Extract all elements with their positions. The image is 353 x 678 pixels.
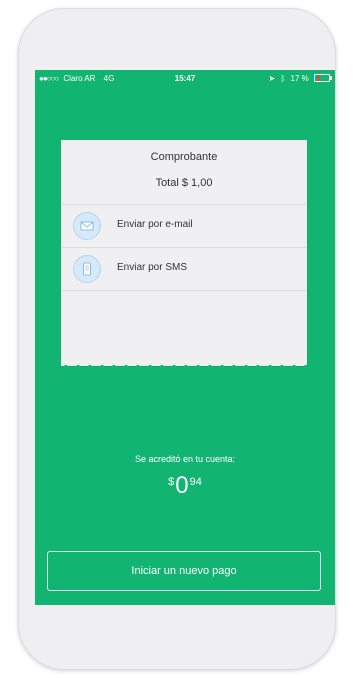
option-divider: [61, 290, 307, 291]
new-payment-button[interactable]: Iniciar un nuevo pago: [47, 551, 321, 591]
send-email-label: Enviar por e-mail: [117, 219, 193, 230]
amount-cents: 94: [189, 476, 202, 488]
bluetooth-icon: ᛒ: [280, 74, 286, 83]
credited-amount: $094: [35, 472, 335, 500]
receipt-title: Comprobante: [150, 151, 218, 163]
credit-label: Se acreditó en tu cuenta:: [134, 454, 236, 464]
phone-icon: [73, 255, 101, 283]
send-sms-label: Enviar por SMS: [117, 262, 188, 273]
battery-nub: [330, 75, 332, 80]
amount-integer: 0: [175, 472, 189, 499]
status-right-group: ➤ ᛒ 17 %: [266, 70, 332, 88]
receipt-card: Comprobante Total $ 1,00 Enviar por e-ma…: [61, 140, 307, 370]
amount-currency: $: [168, 476, 175, 488]
receipt-torn-edge: [61, 362, 307, 370]
battery-percent: 17 %: [290, 74, 309, 83]
envelope-icon: [73, 212, 101, 240]
location-arrow-icon: ➤: [268, 74, 276, 83]
app-screen: ●●○○○ Claro AR 4G 15:47 ➤ ᛒ 17 % Comprob…: [35, 70, 335, 605]
send-email-option[interactable]: Enviar por e-mail: [61, 205, 307, 247]
receipt-total: Total $ 1,00: [155, 177, 213, 189]
status-bar: ●●○○○ Claro AR 4G 15:47 ➤ ᛒ 17 %: [35, 70, 335, 88]
battery-icon: [314, 73, 332, 82]
battery-level-fill: [318, 74, 321, 81]
send-sms-option[interactable]: Enviar por SMS: [61, 248, 307, 290]
